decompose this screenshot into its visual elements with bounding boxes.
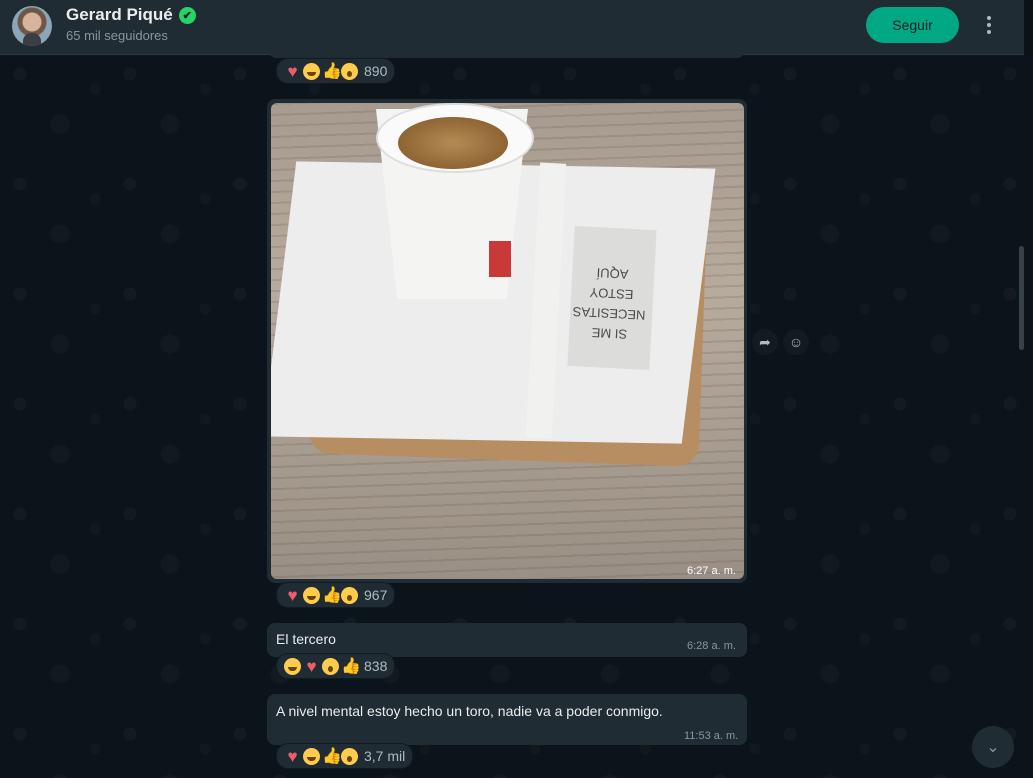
message-time: 6:28 a. m. <box>687 640 736 652</box>
surprised-emoji-icon <box>341 586 358 604</box>
surprised-emoji-icon <box>341 747 358 765</box>
reactions-count: 890 <box>364 63 388 79</box>
reactions-count: 967 <box>364 587 388 603</box>
message-time: 11:53 a. m. <box>684 730 739 742</box>
message-text: El tercero <box>276 631 336 647</box>
follow-button[interactable]: Seguir <box>866 7 959 43</box>
channel-name: Gerard Piqué <box>66 5 173 24</box>
previous-message-bubble[interactable] <box>268 40 745 58</box>
scrollbar-thumb[interactable] <box>1019 246 1024 350</box>
text-message-bubble[interactable] <box>267 623 747 657</box>
heart-emoji-icon: ♥ <box>287 746 298 766</box>
coffee <box>398 117 508 169</box>
thumbs-up-emoji-icon: 👍 <box>322 747 342 765</box>
thumbs-up-emoji-icon: 👍 <box>322 62 342 80</box>
heart-emoji-icon: ♥ <box>287 61 298 81</box>
text-message-bubble[interactable] <box>267 694 747 745</box>
scroll-down-icon[interactable]: ⌄ <box>972 726 1014 768</box>
reactions-bar[interactable]: ♥ 👍 890 <box>276 58 396 84</box>
channel-avatar[interactable] <box>12 6 52 46</box>
react-emoji-icon[interactable]: ☺ <box>783 329 809 355</box>
thumbs-up-emoji-icon: 👍 <box>341 657 361 675</box>
thumbs-up-emoji-icon: 👍 <box>322 586 342 604</box>
reactions-bar[interactable]: ♥ 👍 3,7 mil <box>276 743 414 769</box>
reactions-count: 838 <box>364 658 388 674</box>
reactions-bar[interactable]: ♥ 👍 838 <box>276 653 396 679</box>
message-photo[interactable]: SI ME NECESITAS ESTOY AQUÍ <box>271 103 744 579</box>
message-time: 6:27 a. m. <box>687 565 736 577</box>
heart-emoji-icon: ♥ <box>287 585 298 605</box>
followers-count: 65 mil seguidores <box>66 28 168 43</box>
more-vertical-icon[interactable] <box>977 12 1001 38</box>
channel-title[interactable]: Gerard Piqué ✔ <box>66 5 196 25</box>
verified-check-icon: ✔ <box>178 6 196 24</box>
heart-emoji-icon: ♥ <box>306 656 317 676</box>
laughing-emoji-icon <box>303 586 320 604</box>
surprised-emoji-icon <box>322 657 339 675</box>
cup-logo <box>489 241 511 277</box>
laughing-emoji-icon <box>284 657 301 675</box>
message-text: A nivel mental estoy hecho un toro, nadi… <box>276 703 663 719</box>
reactions-bar[interactable]: ♥ 👍 967 <box>276 582 396 608</box>
laughing-emoji-icon <box>303 747 320 765</box>
sugar-packet-text: SI ME NECESITAS ESTOY AQUÍ <box>572 265 646 342</box>
laughing-emoji-icon <box>303 62 320 80</box>
forward-icon[interactable]: ➦ <box>752 329 778 355</box>
reactions-count: 3,7 mil <box>364 748 406 764</box>
surprised-emoji-icon <box>341 62 358 80</box>
